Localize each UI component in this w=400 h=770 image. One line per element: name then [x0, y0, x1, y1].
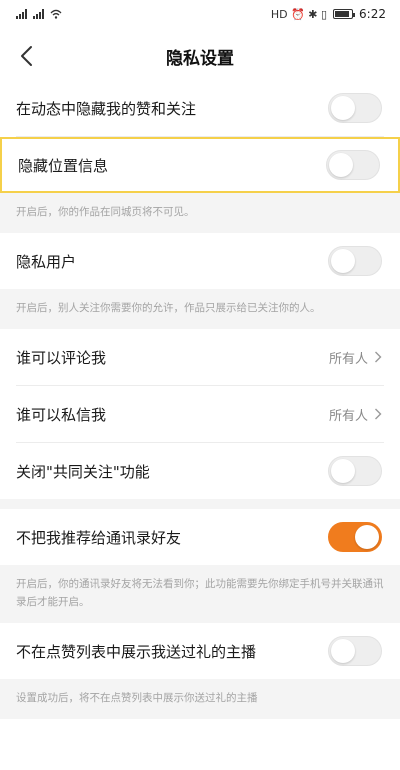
nav-bar: 隐私设置 [0, 28, 400, 84]
chevron-right-icon [375, 408, 382, 420]
row-label: 关闭"共同关注"功能 [16, 462, 150, 481]
toggle-knob [331, 639, 355, 663]
back-button[interactable] [8, 38, 44, 74]
row-label: 隐藏位置信息 [18, 156, 109, 175]
row-label: 谁可以评论我 [16, 348, 107, 367]
section-gap [0, 499, 400, 509]
note-hide-gift-streamers: 设置成功后，将不在点赞列表中展示你送过礼的主播 [0, 679, 400, 719]
toggle-knob [331, 249, 355, 273]
row-no-recommend-contacts: 不把我推荐给通讯录好友 [0, 509, 400, 565]
toggle-knob [331, 459, 355, 483]
status-left [16, 9, 62, 19]
chevron-right-icon [375, 351, 382, 363]
settings-list: 在动态中隐藏我的赞和关注 隐藏位置信息 开启后，你的作品在同城页将不可见。 隐私… [0, 80, 400, 719]
row-label: 隐私用户 [16, 252, 77, 271]
row-hide-location: 隐藏位置信息 [0, 137, 400, 193]
row-label: 不在点赞列表中展示我送过礼的主播 [16, 642, 257, 661]
note-no-recommend-contacts: 开启后，你的通讯录好友将无法看到你；此功能需要先你绑定手机号并关联通讯录后才能开… [0, 565, 400, 623]
toggle-knob [355, 525, 379, 549]
who-message-value[interactable]: 所有人 [329, 405, 382, 424]
toggle-hide-location[interactable] [326, 150, 380, 180]
note-private-user: 开启后，别人关注你需要你的允许，作品只展示给已关注你的人。 [0, 289, 400, 329]
row-label: 在动态中隐藏我的赞和关注 [16, 99, 197, 118]
toggle-hide-gift-streamers[interactable] [328, 636, 382, 666]
signal-icon-2 [33, 9, 44, 19]
row-hide-likes-follows: 在动态中隐藏我的赞和关注 [0, 80, 400, 136]
value-text: 所有人 [328, 408, 368, 424]
row-label: 不把我推荐给通讯录好友 [16, 528, 182, 547]
status-right: HD ⏰ ✱ ▯ 6:22 [271, 7, 386, 21]
wifi-icon [50, 9, 62, 19]
note-hide-location: 开启后，你的作品在同城页将不可见。 [0, 193, 400, 233]
toggle-no-recommend-contacts[interactable] [328, 522, 382, 552]
toggle-knob [329, 153, 353, 177]
status-glyphs: HD ⏰ ✱ ▯ [270, 7, 328, 21]
battery-icon [333, 9, 356, 19]
row-close-mutual: 关闭"共同关注"功能 [0, 443, 400, 499]
row-who-comment[interactable]: 谁可以评论我 所有人 [0, 329, 400, 385]
row-label: 谁可以私信我 [16, 405, 107, 424]
chevron-left-icon [21, 46, 32, 66]
toggle-knob [331, 96, 355, 120]
signal-icon [16, 9, 27, 19]
who-comment-value[interactable]: 所有人 [329, 348, 382, 367]
page-title: 隐私设置 [166, 48, 234, 69]
row-private-user: 隐私用户 [0, 233, 400, 289]
row-who-message[interactable]: 谁可以私信我 所有人 [0, 386, 400, 442]
row-hide-gift-streamers: 不在点赞列表中展示我送过礼的主播 [0, 623, 400, 679]
toggle-close-mutual[interactable] [328, 456, 382, 486]
status-bar: HD ⏰ ✱ ▯ 6:22 [0, 0, 400, 28]
status-time: 6:22 [359, 7, 386, 21]
toggle-hide-likes-follows[interactable] [328, 93, 382, 123]
toggle-private-user[interactable] [328, 246, 382, 276]
value-text: 所有人 [328, 351, 368, 367]
